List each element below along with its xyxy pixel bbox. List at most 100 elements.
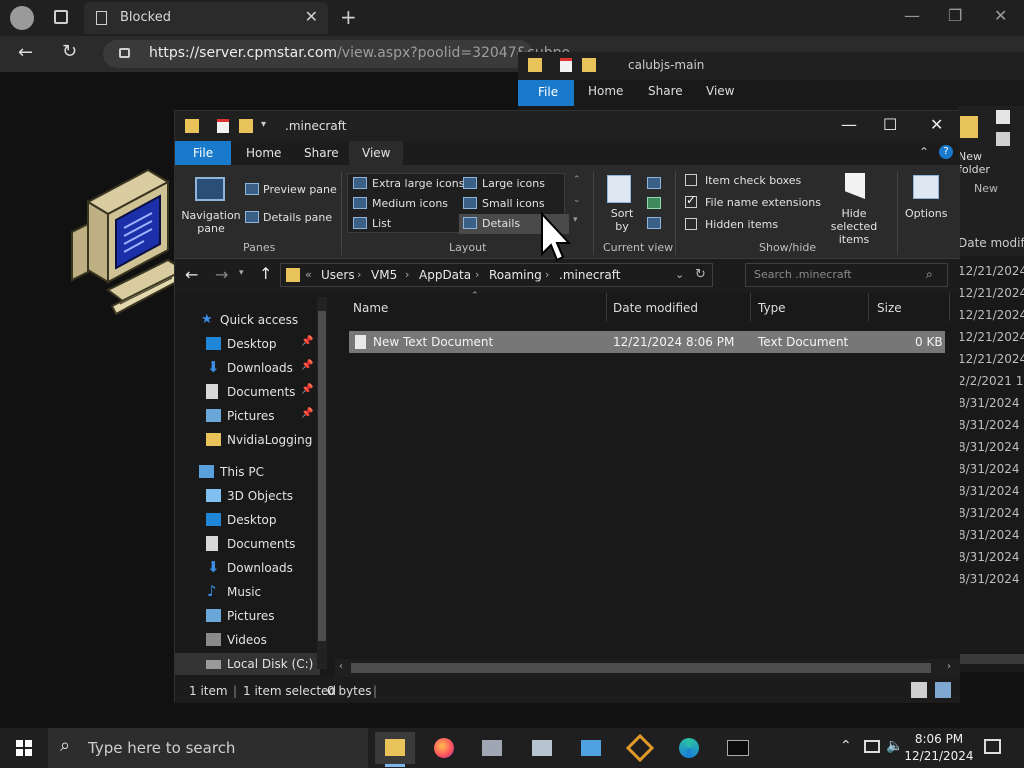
tab-share[interactable]: Share (291, 141, 352, 165)
large-icons-view-icon[interactable] (935, 682, 951, 698)
tab-actions-icon[interactable] (54, 10, 68, 24)
overflow-chevron-icon[interactable]: « (305, 268, 312, 281)
item-check-boxes-label[interactable]: Item check boxes (705, 174, 801, 187)
file-name-extensions-checkbox[interactable] (685, 193, 697, 208)
group-by-icon[interactable] (647, 177, 661, 189)
network-icon[interactable] (864, 740, 880, 753)
address-dropdown-icon[interactable]: ⌄ (675, 268, 684, 281)
nav-qa-pictures[interactable]: Pictures 📌 (175, 405, 320, 427)
details-pane-button[interactable]: Details pane (263, 211, 332, 224)
volume-icon[interactable]: 🔈 (886, 738, 903, 754)
help-icon[interactable]: ? (939, 145, 953, 159)
tab-home[interactable]: Home (233, 141, 294, 165)
firefox-taskbar-icon[interactable] (424, 732, 464, 764)
column-divider[interactable] (750, 293, 751, 321)
nav-videos[interactable]: Videos (175, 629, 320, 651)
date-header[interactable]: Date modifie (958, 236, 1024, 250)
collapse-ribbon-icon[interactable]: ⌃ (919, 145, 929, 159)
nav-scroll-thumb[interactable] (318, 311, 326, 641)
recent-locations-icon[interactable]: ▾ (239, 268, 244, 278)
browser-tab[interactable]: Blocked ✕ (84, 2, 328, 34)
app-taskbar-icon[interactable] (522, 732, 562, 764)
nav-qa-downloads[interactable]: ⬇ Downloads 📌 (175, 357, 320, 379)
column-divider[interactable] (949, 293, 950, 321)
search-field[interactable]: Search .minecraft ⌕ (745, 263, 948, 287)
bg-tab-share[interactable]: Share (648, 84, 683, 98)
column-date-modified[interactable]: Date modified (613, 301, 698, 315)
properties-icon[interactable] (217, 119, 229, 133)
file-explorer-taskbar-icon[interactable] (375, 732, 415, 767)
column-size[interactable]: Size (877, 301, 902, 315)
forward-arrow-icon[interactable]: → (215, 265, 228, 284)
app-taskbar-icon[interactable] (472, 732, 512, 764)
profile-avatar[interactable] (10, 6, 34, 30)
terminal-taskbar-icon[interactable] (718, 732, 758, 764)
table-row[interactable]: New Text Document 12/21/2024 8:06 PM Tex… (349, 331, 945, 353)
hidden-items-checkbox[interactable] (685, 218, 697, 230)
horizontal-scrollbar[interactable]: ‹ › (335, 659, 960, 677)
new-folder-icon[interactable] (960, 116, 978, 138)
column-divider[interactable] (606, 293, 607, 321)
show-hidden-icons-icon[interactable]: ⌃ (840, 738, 852, 754)
list-option[interactable]: List (372, 217, 391, 230)
nav-pictures[interactable]: Pictures (175, 605, 320, 627)
medium-icons-option[interactable]: Medium icons (372, 197, 448, 210)
tab-file[interactable]: File (175, 141, 231, 165)
url-field[interactable]: https://server.cpmstar.com/view.aspx?poo… (103, 40, 570, 68)
nav-qa-nvidialogging[interactable]: NvidiaLogging (175, 429, 320, 451)
layout-expand-icon[interactable]: ▾ (573, 215, 578, 225)
sort-by-icon[interactable] (607, 175, 631, 203)
breadcrumb-separator-icon[interactable]: › (357, 268, 361, 281)
new-item-icon[interactable] (996, 110, 1010, 124)
nav-this-pc[interactable]: This PC (175, 461, 320, 483)
restore-icon[interactable]: ❐ (948, 6, 962, 25)
options-icon[interactable] (913, 175, 939, 199)
refresh-icon[interactable]: ↻ (695, 267, 706, 282)
details-option[interactable]: Details (482, 217, 520, 230)
hide-selected-items-icon[interactable] (845, 173, 865, 199)
nav-3d-objects[interactable]: 3D Objects (175, 485, 320, 507)
app-taskbar-icon[interactable] (620, 732, 660, 764)
app-taskbar-icon[interactable] (571, 732, 611, 764)
breadcrumb-users[interactable]: Users (321, 268, 355, 282)
nav-local-disk[interactable]: Local Disk (C:) (175, 653, 320, 675)
size-columns-icon[interactable] (647, 217, 661, 229)
refresh-icon[interactable]: ↻ (62, 41, 77, 62)
close-icon[interactable]: ✕ (930, 115, 943, 134)
start-icon[interactable] (16, 740, 32, 756)
large-icons-option[interactable]: Large icons (482, 177, 545, 190)
tab-view[interactable]: View (349, 141, 404, 165)
extra-large-icons-option[interactable]: Extra large icons (372, 177, 464, 190)
nav-qa-documents[interactable]: Documents 📌 (175, 381, 320, 403)
maximize-icon[interactable]: ☐ (883, 115, 897, 134)
nav-desktop[interactable]: Desktop (175, 509, 320, 531)
breadcrumb-separator-icon[interactable]: › (405, 268, 409, 281)
bg-tab-home[interactable]: Home (588, 84, 623, 98)
breadcrumb-appdata[interactable]: AppData (419, 268, 471, 282)
breadcrumb-separator-icon[interactable]: › (545, 268, 549, 281)
bg-tab-file[interactable]: File (518, 80, 574, 106)
file-name-extensions-label[interactable]: File name extensions (705, 196, 821, 209)
horizontal-scroll-thumb[interactable] (351, 663, 931, 673)
bg-scrollbar[interactable] (958, 654, 1024, 664)
column-type[interactable]: Type (758, 301, 786, 315)
close-icon[interactable]: ✕ (994, 6, 1007, 25)
nav-scrollbar[interactable] (317, 297, 327, 669)
breadcrumb-separator-icon[interactable]: › (475, 268, 479, 281)
layout-scroll-down-icon[interactable]: ⌄ (573, 195, 581, 205)
close-tab-icon[interactable]: ✕ (305, 7, 318, 26)
back-icon[interactable]: ← (18, 42, 33, 63)
address-bar[interactable]: « Users › VM5 › AppData › Roaming › .min… (280, 263, 713, 287)
small-icons-option[interactable]: Small icons (482, 197, 545, 210)
easy-access-icon[interactable] (996, 132, 1010, 146)
add-columns-icon[interactable] (647, 197, 661, 209)
taskbar-search[interactable]: ⌕ Type here to search (48, 728, 368, 768)
back-arrow-icon[interactable]: ← (185, 265, 198, 284)
item-check-boxes-checkbox[interactable] (685, 174, 697, 186)
details-view-icon[interactable] (911, 682, 927, 698)
breadcrumb-vm5[interactable]: VM5 (371, 268, 397, 282)
column-name[interactable]: Name (353, 301, 388, 315)
preview-pane-button[interactable]: Preview pane (263, 183, 337, 196)
hidden-items-label[interactable]: Hidden items (705, 218, 778, 231)
nav-quick-access[interactable]: ★ Quick access (175, 309, 320, 331)
